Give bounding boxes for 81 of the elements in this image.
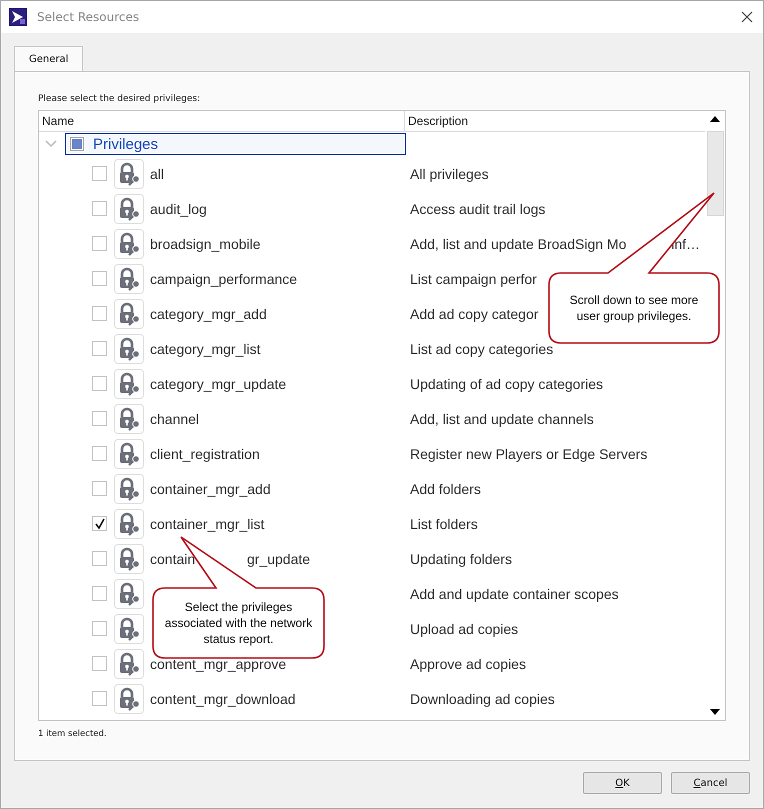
window-title: Select Resources bbox=[37, 10, 140, 24]
tab[interactable]: General bbox=[14, 46, 84, 71]
chevron-icon[interactable] bbox=[45, 140, 57, 148]
privilege-name: content_mgr_approve bbox=[150, 656, 286, 672]
privilege-name: all bbox=[150, 166, 164, 182]
scroll-down-icon[interactable] bbox=[710, 709, 720, 715]
privilege-name: contain bbox=[150, 550, 196, 566]
checkbox[interactable] bbox=[92, 411, 107, 426]
checkbox[interactable] bbox=[92, 236, 107, 251]
privilege-description: Updating of ad copy categories bbox=[410, 376, 604, 392]
privilege-description: Add folders bbox=[410, 480, 481, 496]
checkbox[interactable] bbox=[70, 137, 84, 151]
checkbox[interactable] bbox=[92, 621, 107, 636]
lock-key-icon bbox=[114, 474, 144, 504]
checkbox[interactable] bbox=[92, 376, 107, 391]
lock-key-icon bbox=[114, 648, 144, 678]
privilege-description: Add and update container scopes bbox=[410, 586, 619, 602]
privilege-name: audit_log bbox=[150, 200, 207, 216]
lock-key-icon bbox=[114, 438, 144, 468]
privilege-name: content_mgr_download bbox=[150, 690, 296, 706]
lock-key-icon bbox=[114, 368, 144, 398]
lock-key-icon bbox=[114, 544, 144, 574]
cancel-button[interactable]: Cancel bbox=[671, 772, 750, 794]
callout-text: Select the privileges associated with the network status report. bbox=[164, 598, 314, 648]
lock-key-icon bbox=[114, 578, 144, 608]
checkbox[interactable] bbox=[92, 481, 107, 496]
status-text: 1 item selected. bbox=[38, 729, 108, 739]
checkbox[interactable] bbox=[92, 656, 107, 671]
privilege-description: Updating folders bbox=[410, 550, 512, 566]
privilege-name: campaign_performance bbox=[150, 270, 298, 286]
lock-key-icon bbox=[114, 264, 144, 294]
lock-key-icon bbox=[114, 508, 144, 538]
callout-text: Scroll down to see more user group privileges. bbox=[568, 292, 700, 325]
scroll-up-icon[interactable] bbox=[710, 116, 720, 122]
tree-node[interactable]: Privileges bbox=[65, 133, 406, 155]
checkbox[interactable] bbox=[92, 271, 107, 286]
lock-key-icon bbox=[114, 614, 144, 644]
ok-button[interactable]: OK bbox=[583, 772, 662, 794]
column-header[interactable]: Description bbox=[405, 111, 705, 131]
privilege-name: category_mgr_update bbox=[150, 376, 286, 392]
app-logo-icon bbox=[9, 8, 27, 26]
privilege-name: client_registration bbox=[150, 446, 260, 462]
checkbox[interactable] bbox=[92, 516, 107, 531]
privilege-description: Add ad copy categor bbox=[410, 306, 538, 322]
close-icon[interactable] bbox=[741, 11, 753, 23]
privilege-description: Add, list and update channels bbox=[410, 410, 594, 426]
lock-key-icon bbox=[114, 334, 144, 364]
privilege-description: List ad copy categories bbox=[410, 340, 554, 356]
privilege-name: category_mgr_list bbox=[150, 340, 260, 356]
privilege-description: Access audit trail logs bbox=[410, 200, 546, 216]
privilege-description: Add, list and update BroadSign Mo bbox=[410, 236, 626, 252]
scrollbar-thumb[interactable] bbox=[706, 131, 724, 216]
prompt-text: Please select the desired privileges: bbox=[38, 94, 202, 104]
privilege-description: Downloading ad copies bbox=[410, 690, 555, 706]
privilege-description: Upload ad copies bbox=[410, 620, 518, 636]
checkbox[interactable] bbox=[92, 446, 107, 461]
checkbox[interactable] bbox=[92, 586, 107, 601]
lock-key-icon bbox=[114, 194, 144, 224]
privilege-description: Register new Players or Edge Servers bbox=[410, 446, 648, 462]
checkbox[interactable] bbox=[92, 341, 107, 356]
privilege-name: gr_update bbox=[247, 550, 310, 566]
privilege-name: channel bbox=[150, 410, 200, 426]
lock-key-icon bbox=[114, 158, 144, 188]
privilege-name: category_mgr_add bbox=[150, 306, 267, 322]
checkbox[interactable] bbox=[92, 306, 107, 321]
lock-key-icon bbox=[114, 684, 144, 714]
privilege-description: List folders bbox=[410, 516, 478, 532]
checkbox[interactable] bbox=[92, 166, 107, 181]
privilege-description: All privileges bbox=[410, 166, 489, 182]
lock-key-icon bbox=[114, 228, 144, 258]
privilege-name: container_mgr_list bbox=[150, 516, 264, 532]
checkbox[interactable] bbox=[92, 551, 107, 566]
checkbox[interactable] bbox=[92, 201, 107, 216]
column-header[interactable]: Name bbox=[39, 111, 405, 131]
checkbox[interactable] bbox=[92, 691, 107, 706]
privilege-description: List campaign perfor bbox=[410, 270, 537, 286]
privilege-description: Approve ad copies bbox=[410, 656, 526, 672]
lock-key-icon bbox=[114, 298, 144, 328]
privilege-name: broadsign_mobile bbox=[150, 236, 261, 252]
lock-key-icon bbox=[114, 404, 144, 434]
privilege-name: container_mgr_add bbox=[150, 480, 271, 496]
